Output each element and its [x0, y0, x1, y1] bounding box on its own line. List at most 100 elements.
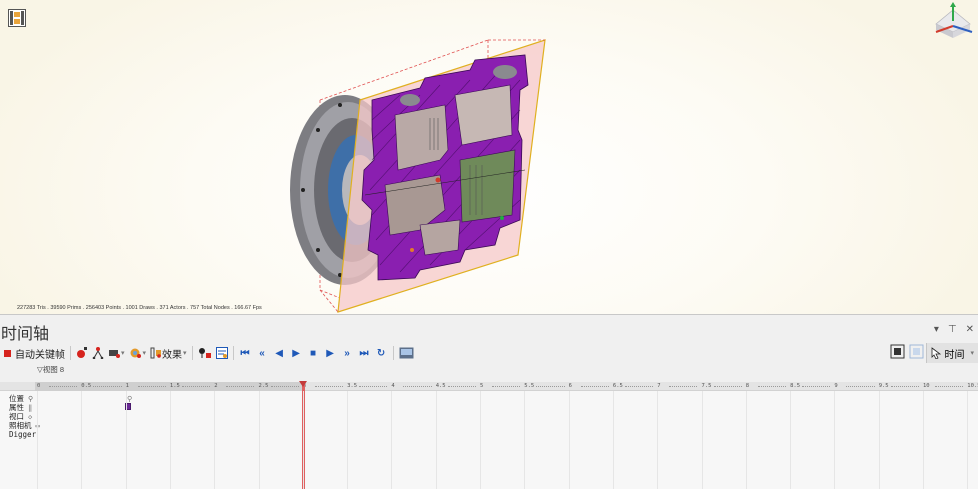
ruler-tick-dots	[137, 386, 166, 387]
goto-start-icon: ⏮	[240, 347, 250, 359]
stop-button[interactable]: ■	[305, 344, 322, 362]
3d-viewport[interactable]: 227283 Tris . 39590 Prims . 256403 Point…	[0, 0, 978, 315]
ruler-tick-dots	[403, 386, 432, 387]
ruler-tick-label: 2.5	[258, 383, 269, 389]
ruler-tick-dots	[226, 386, 255, 387]
ruler-tick-dots	[890, 386, 919, 387]
ruler-tick-dots	[447, 386, 476, 387]
keyframe-add-icon	[77, 347, 87, 358]
autokey-button[interactable]: 自动关键帧	[0, 344, 67, 362]
ruler-tick-dots	[846, 386, 875, 387]
snapshot-button[interactable]	[214, 344, 230, 362]
toolbar-divider	[392, 346, 394, 360]
loop-button[interactable]: ↻	[373, 344, 390, 362]
chevron-down-icon: ▾	[183, 350, 187, 357]
track-label: Digger	[9, 430, 37, 439]
paint-bucket-icon	[130, 348, 141, 358]
skeleton-icon	[92, 347, 104, 359]
grid-line	[878, 391, 880, 489]
ruler-tick-label: 10	[923, 383, 930, 389]
effects-button[interactable]: 效果 ▾	[148, 344, 189, 362]
ruler-tick-label: 7	[657, 383, 661, 389]
stop-icon: ■	[310, 347, 317, 359]
time-mode-label: 时间	[944, 349, 965, 361]
ruler-tick-label: 9.5	[878, 383, 889, 389]
record-icon	[4, 349, 11, 357]
grid-line	[169, 391, 171, 489]
grid-line	[391, 391, 393, 489]
skeleton-button[interactable]	[90, 344, 106, 362]
ruler-tick-label: 5.5	[524, 383, 535, 389]
grid-line	[347, 391, 349, 489]
previous-key-button[interactable]: «	[254, 344, 271, 362]
grid-line	[923, 391, 924, 489]
play-button[interactable]: ▶	[288, 344, 305, 362]
grid-line	[701, 391, 703, 489]
play-icon: ▶	[292, 347, 300, 359]
grid-line	[790, 391, 792, 489]
ruler-tick-label: 1	[125, 383, 129, 389]
ruler-tick-dots	[314, 386, 344, 387]
ruler-tick-dots	[93, 386, 122, 387]
time-ruler[interactable]: 00.511.522.533.544.555.566.577.588.599.5…	[0, 382, 978, 391]
grid-line	[612, 391, 614, 489]
step-back-button[interactable]: ◀	[271, 344, 288, 362]
previous-key-icon: «	[259, 347, 265, 359]
ruler-tick-dots	[49, 386, 78, 387]
ruler-tick-dots	[181, 386, 211, 387]
ruler-tick-label: 7.5	[701, 383, 712, 389]
grid-line	[125, 391, 127, 489]
position-key-icon[interactable]: ⚲	[127, 395, 132, 403]
goto-start-button[interactable]: ⏮	[237, 344, 254, 362]
track-row[interactable]: Digger	[9, 430, 40, 440]
track-type-icon: ◇	[28, 413, 33, 421]
view-cube-icon[interactable]	[930, 2, 976, 40]
keyframe-add-button[interactable]	[74, 344, 90, 362]
track-type-icon: ⚲	[28, 395, 34, 403]
ruler-tick-dots	[270, 386, 299, 387]
step-forward-icon: ▶	[326, 347, 334, 359]
step-forward-button[interactable]: ▶	[322, 344, 339, 362]
toolbar-divider	[70, 346, 71, 360]
pointer-icon	[932, 347, 942, 359]
panel-menu-icon[interactable]: ▾	[934, 324, 939, 335]
track-label: 位置	[9, 394, 24, 403]
panel-controls: ▾ ⊤ ✕	[934, 324, 974, 335]
ruler-tick-label: 0.5	[81, 383, 92, 389]
ruler-tick-label: 8	[745, 383, 750, 389]
playhead-handle[interactable]	[298, 381, 307, 387]
ruler-tick-dots	[802, 386, 831, 387]
effects-label: 效果	[162, 349, 183, 361]
record-key-icon	[198, 348, 211, 358]
step-back-icon: ◀	[275, 347, 283, 359]
grid-line	[480, 391, 481, 489]
close-icon[interactable]: ✕	[966, 324, 974, 335]
autokey-label: 自动关键帧	[15, 349, 65, 361]
next-key-button[interactable]: »	[339, 344, 356, 362]
pin-icon[interactable]: ⊤	[948, 324, 957, 335]
ruler-tick-label: 6.5	[612, 383, 623, 389]
fit-range-icon[interactable]	[890, 344, 905, 359]
grid-line	[81, 391, 83, 489]
ruler-tick-label: 6	[568, 383, 572, 389]
timeline-panel: 时间轴 ▾ ⊤ ✕ 自动关键帧 ▾ ▾ 效果 ▾ ⏮ « ◀ ▶ ■ ▶ » ⏭…	[0, 316, 978, 489]
ruler-tick-label: 0	[37, 383, 41, 389]
ruler-tick-dots	[624, 386, 654, 387]
view-group-label[interactable]: ▽视图 8	[37, 364, 64, 375]
cutaway-model[interactable]	[0, 0, 978, 315]
track-label: 照相机	[9, 421, 32, 430]
camera-key-icon	[109, 350, 120, 358]
loop-icon: ↻	[376, 347, 386, 359]
grid-line	[967, 391, 969, 489]
paint-bucket-button[interactable]: ▾	[127, 344, 149, 362]
camera-key-button[interactable]: ▾	[106, 344, 127, 362]
grid-line	[657, 391, 659, 489]
track-area[interactable]: 00.511.522.533.544.555.566.577.588.599.5…	[0, 381, 978, 489]
zoom-range-icon[interactable]	[909, 344, 924, 359]
grid-line	[745, 391, 747, 489]
ruler-tick-dots	[580, 386, 609, 387]
record-button[interactable]	[196, 344, 214, 362]
goto-end-button[interactable]: ⏭	[356, 344, 373, 362]
time-mode-dropdown[interactable]: 时间 ▾	[926, 343, 978, 363]
render-button[interactable]	[397, 344, 416, 362]
